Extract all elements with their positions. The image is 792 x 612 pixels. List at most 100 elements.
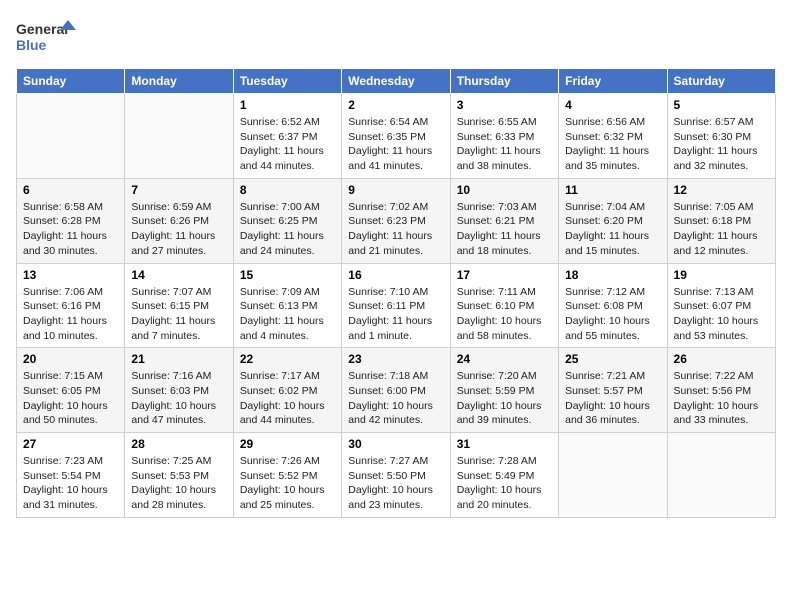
calendar-cell: 20 Sunrise: 7:15 AMSunset: 6:05 PMDayligh… xyxy=(17,348,125,433)
day-number: 10 xyxy=(457,183,552,197)
day-number: 26 xyxy=(674,352,769,366)
col-header-wednesday: Wednesday xyxy=(342,69,450,94)
day-info: Sunrise: 7:16 AMSunset: 6:03 PMDaylight:… xyxy=(131,369,226,428)
calendar-cell: 30 Sunrise: 7:27 AMSunset: 5:50 PMDayligh… xyxy=(342,433,450,518)
calendar-cell: 19 Sunrise: 7:13 AMSunset: 6:07 PMDayligh… xyxy=(667,263,775,348)
calendar-week-5: 27 Sunrise: 7:23 AMSunset: 5:54 PMDayligh… xyxy=(17,433,776,518)
day-info: Sunrise: 7:27 AMSunset: 5:50 PMDaylight:… xyxy=(348,454,443,513)
col-header-sunday: Sunday xyxy=(17,69,125,94)
day-number: 11 xyxy=(565,183,660,197)
col-header-saturday: Saturday xyxy=(667,69,775,94)
calendar-cell: 1 Sunrise: 6:52 AMSunset: 6:37 PMDaylight… xyxy=(233,94,341,179)
calendar-cell: 8 Sunrise: 7:00 AMSunset: 6:25 PMDaylight… xyxy=(233,178,341,263)
day-number: 24 xyxy=(457,352,552,366)
day-number: 19 xyxy=(674,268,769,282)
col-header-monday: Monday xyxy=(125,69,233,94)
calendar-cell: 25 Sunrise: 7:21 AMSunset: 5:57 PMDayligh… xyxy=(559,348,667,433)
day-info: Sunrise: 7:26 AMSunset: 5:52 PMDaylight:… xyxy=(240,454,335,513)
svg-text:General: General xyxy=(16,21,68,37)
calendar-cell: 13 Sunrise: 7:06 AMSunset: 6:16 PMDayligh… xyxy=(17,263,125,348)
day-number: 8 xyxy=(240,183,335,197)
day-info: Sunrise: 7:28 AMSunset: 5:49 PMDaylight:… xyxy=(457,454,552,513)
day-info: Sunrise: 7:18 AMSunset: 6:00 PMDaylight:… xyxy=(348,369,443,428)
day-info: Sunrise: 7:07 AMSunset: 6:15 PMDaylight:… xyxy=(131,285,226,344)
day-number: 16 xyxy=(348,268,443,282)
calendar-cell: 2 Sunrise: 6:54 AMSunset: 6:35 PMDaylight… xyxy=(342,94,450,179)
day-number: 13 xyxy=(23,268,118,282)
day-info: Sunrise: 7:02 AMSunset: 6:23 PMDaylight:… xyxy=(348,200,443,259)
day-info: Sunrise: 7:21 AMSunset: 5:57 PMDaylight:… xyxy=(565,369,660,428)
calendar-cell: 16 Sunrise: 7:10 AMSunset: 6:11 PMDayligh… xyxy=(342,263,450,348)
day-number: 31 xyxy=(457,437,552,451)
day-info: Sunrise: 7:05 AMSunset: 6:18 PMDaylight:… xyxy=(674,200,769,259)
day-info: Sunrise: 7:20 AMSunset: 5:59 PMDaylight:… xyxy=(457,369,552,428)
calendar-cell xyxy=(667,433,775,518)
calendar-table: SundayMondayTuesdayWednesdayThursdayFrid… xyxy=(16,68,776,518)
day-number: 1 xyxy=(240,98,335,112)
day-info: Sunrise: 7:17 AMSunset: 6:02 PMDaylight:… xyxy=(240,369,335,428)
calendar-cell: 21Sunrise: 7:16 AMSunset: 6:03 PMDayligh… xyxy=(125,348,233,433)
day-info: Sunrise: 7:23 AMSunset: 5:54 PMDaylight:… xyxy=(23,454,118,513)
calendar-cell: 22 Sunrise: 7:17 AMSunset: 6:02 PMDayligh… xyxy=(233,348,341,433)
day-info: Sunrise: 7:25 AMSunset: 5:53 PMDaylight:… xyxy=(131,454,226,513)
day-number: 2 xyxy=(348,98,443,112)
day-info: Sunrise: 7:04 AMSunset: 6:20 PMDaylight:… xyxy=(565,200,660,259)
day-info: Sunrise: 7:22 AMSunset: 5:56 PMDaylight:… xyxy=(674,369,769,428)
day-number: 27 xyxy=(23,437,118,451)
logo: General Blue xyxy=(16,16,76,56)
calendar-cell: 29 Sunrise: 7:26 AMSunset: 5:52 PMDayligh… xyxy=(233,433,341,518)
day-info: Sunrise: 7:10 AMSunset: 6:11 PMDaylight:… xyxy=(348,285,443,344)
svg-text:Blue: Blue xyxy=(16,37,47,53)
day-info: Sunrise: 6:58 AMSunset: 6:28 PMDaylight:… xyxy=(23,200,118,259)
day-number: 30 xyxy=(348,437,443,451)
calendar-week-4: 20 Sunrise: 7:15 AMSunset: 6:05 PMDayligh… xyxy=(17,348,776,433)
day-info: Sunrise: 7:11 AMSunset: 6:10 PMDaylight:… xyxy=(457,285,552,344)
page-header: General Blue xyxy=(16,16,776,56)
day-number: 20 xyxy=(23,352,118,366)
day-info: Sunrise: 7:13 AMSunset: 6:07 PMDaylight:… xyxy=(674,285,769,344)
calendar-cell: 26 Sunrise: 7:22 AMSunset: 5:56 PMDayligh… xyxy=(667,348,775,433)
day-number: 18 xyxy=(565,268,660,282)
day-number: 25 xyxy=(565,352,660,366)
calendar-cell: 27 Sunrise: 7:23 AMSunset: 5:54 PMDayligh… xyxy=(17,433,125,518)
day-number: 17 xyxy=(457,268,552,282)
day-number: 22 xyxy=(240,352,335,366)
calendar-week-3: 13 Sunrise: 7:06 AMSunset: 6:16 PMDayligh… xyxy=(17,263,776,348)
day-info: Sunrise: 7:06 AMSunset: 6:16 PMDaylight:… xyxy=(23,285,118,344)
day-info: Sunrise: 6:59 AMSunset: 6:26 PMDaylight:… xyxy=(131,200,226,259)
day-info: Sunrise: 6:57 AMSunset: 6:30 PMDaylight:… xyxy=(674,115,769,174)
day-number: 4 xyxy=(565,98,660,112)
col-header-tuesday: Tuesday xyxy=(233,69,341,94)
calendar-cell: 28Sunrise: 7:25 AMSunset: 5:53 PMDayligh… xyxy=(125,433,233,518)
calendar-cell: 5Sunrise: 6:57 AMSunset: 6:30 PMDaylight… xyxy=(667,94,775,179)
calendar-header-row: SundayMondayTuesdayWednesdayThursdayFrid… xyxy=(17,69,776,94)
calendar-cell: 4 Sunrise: 6:56 AMSunset: 6:32 PMDaylight… xyxy=(559,94,667,179)
logo-svg: General Blue xyxy=(16,16,76,56)
day-info: Sunrise: 7:03 AMSunset: 6:21 PMDaylight:… xyxy=(457,200,552,259)
calendar-cell: 23Sunrise: 7:18 AMSunset: 6:00 PMDayligh… xyxy=(342,348,450,433)
calendar-cell: 24 Sunrise: 7:20 AMSunset: 5:59 PMDayligh… xyxy=(450,348,558,433)
day-number: 12 xyxy=(674,183,769,197)
day-info: Sunrise: 6:52 AMSunset: 6:37 PMDaylight:… xyxy=(240,115,335,174)
col-header-friday: Friday xyxy=(559,69,667,94)
day-number: 6 xyxy=(23,183,118,197)
calendar-week-1: 1 Sunrise: 6:52 AMSunset: 6:37 PMDaylight… xyxy=(17,94,776,179)
calendar-cell: 14Sunrise: 7:07 AMSunset: 6:15 PMDayligh… xyxy=(125,263,233,348)
day-info: Sunrise: 7:15 AMSunset: 6:05 PMDaylight:… xyxy=(23,369,118,428)
day-info: Sunrise: 7:00 AMSunset: 6:25 PMDaylight:… xyxy=(240,200,335,259)
calendar-cell xyxy=(559,433,667,518)
day-number: 9 xyxy=(348,183,443,197)
day-number: 15 xyxy=(240,268,335,282)
day-number: 29 xyxy=(240,437,335,451)
calendar-cell xyxy=(125,94,233,179)
calendar-cell: 10 Sunrise: 7:03 AMSunset: 6:21 PMDayligh… xyxy=(450,178,558,263)
day-number: 7 xyxy=(131,183,226,197)
day-info: Sunrise: 6:56 AMSunset: 6:32 PMDaylight:… xyxy=(565,115,660,174)
calendar-cell: 7 Sunrise: 6:59 AMSunset: 6:26 PMDaylight… xyxy=(125,178,233,263)
calendar-cell: 15Sunrise: 7:09 AMSunset: 6:13 PMDayligh… xyxy=(233,263,341,348)
day-info: Sunrise: 7:12 AMSunset: 6:08 PMDaylight:… xyxy=(565,285,660,344)
calendar-cell xyxy=(17,94,125,179)
calendar-cell: 9 Sunrise: 7:02 AMSunset: 6:23 PMDaylight… xyxy=(342,178,450,263)
col-header-thursday: Thursday xyxy=(450,69,558,94)
day-info: Sunrise: 6:54 AMSunset: 6:35 PMDaylight:… xyxy=(348,115,443,174)
